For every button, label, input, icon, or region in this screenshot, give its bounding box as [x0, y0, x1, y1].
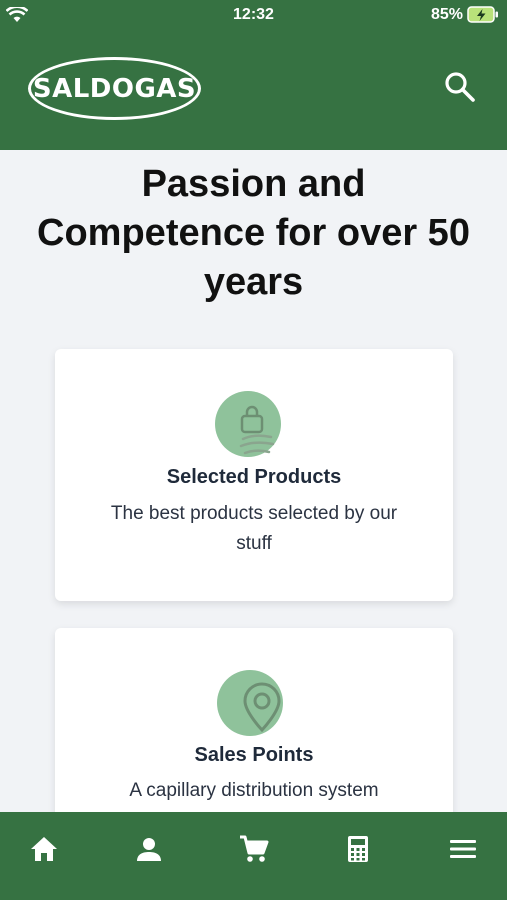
battery-charging-icon: [467, 6, 499, 29]
saldogas-logo[interactable]: SALDOGAS: [28, 57, 201, 120]
logo-text: SALDOGAS: [32, 73, 197, 104]
nav-cart[interactable]: [239, 835, 269, 868]
shopping-bag-hand-icon: [215, 391, 285, 461]
menu-icon: [449, 838, 477, 865]
app-header: SALDOGAS: [0, 30, 507, 150]
page-title: Passion and Competence for over 50 years: [37, 163, 470, 303]
card-description: The best products selected by our stuff: [110, 503, 398, 554]
nav-profile[interactable]: [134, 836, 164, 866]
nav-menu[interactable]: [448, 836, 478, 866]
search-button[interactable]: [443, 70, 477, 104]
nav-home[interactable]: [29, 836, 59, 866]
search-icon: [443, 72, 477, 108]
sales-points-card[interactable]: Sales Points A capillary distribution sy…: [55, 628, 453, 828]
card-title: Sales Points: [194, 744, 314, 766]
card-title: Selected Products: [166, 466, 342, 488]
user-icon: [136, 836, 162, 867]
status-bar: 12:32 85%: [0, 0, 507, 30]
home-icon: [30, 836, 58, 867]
location-pin-icon: [215, 668, 285, 738]
bottom-navigation: [0, 812, 507, 900]
selected-products-card[interactable]: Selected Products The best products sele…: [55, 349, 453, 601]
calculator-icon: [347, 835, 369, 868]
nav-calculator[interactable]: [343, 835, 373, 868]
card-description: A capillary distribution system: [129, 780, 379, 801]
cart-icon: [239, 835, 269, 868]
battery-percent: 85%: [430, 6, 463, 23]
